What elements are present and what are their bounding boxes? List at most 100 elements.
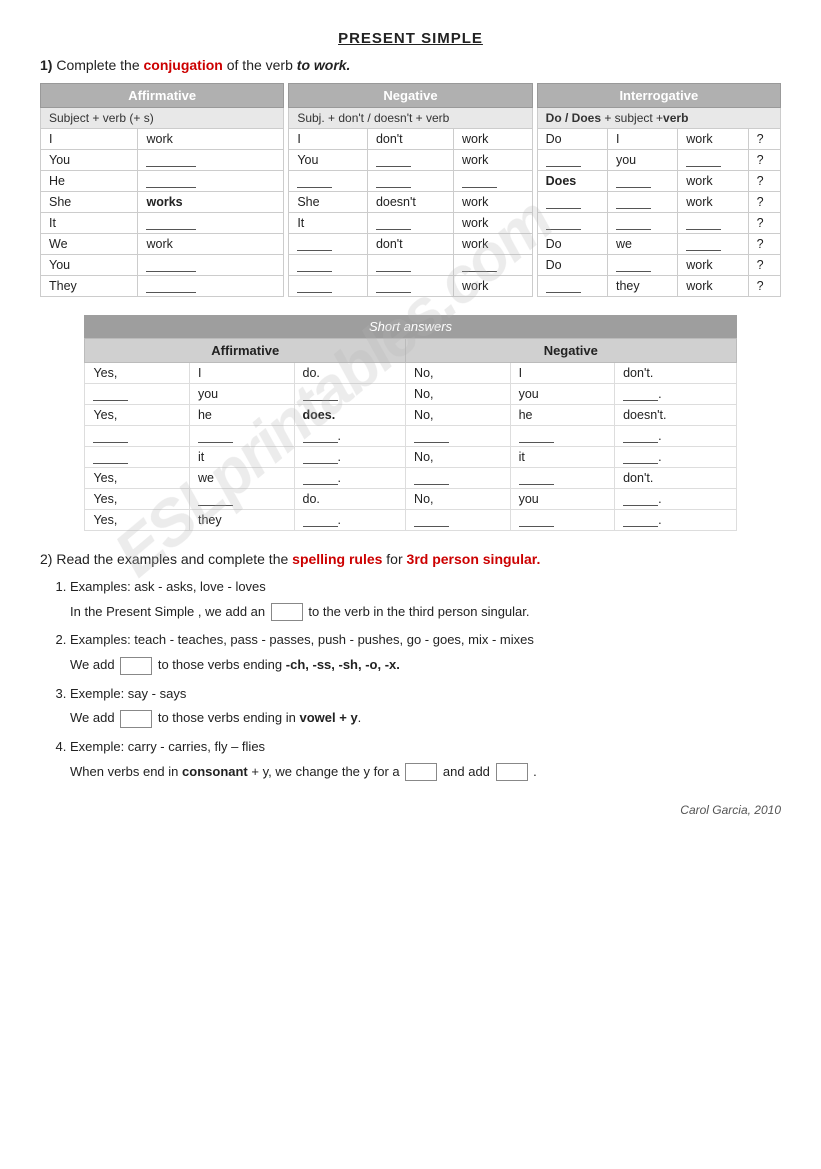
table-row: Youwork [289, 150, 532, 171]
neg-subheader: Subj. + don't / doesn't + verb [289, 108, 532, 129]
table-row: DoIwork? [537, 129, 780, 150]
table-row: He [41, 171, 284, 192]
section2-num: 2) [40, 551, 52, 567]
blank [623, 429, 658, 443]
blank [376, 258, 411, 272]
input-box-1[interactable] [271, 603, 303, 621]
blank [616, 195, 651, 209]
blank [303, 471, 338, 485]
table-row: Yes,we. don't. [85, 468, 736, 489]
blank [93, 429, 128, 443]
item4-rule-end: and add [443, 764, 490, 779]
table-row: Dowork? [537, 255, 780, 276]
table-row: Idon'twork [289, 129, 532, 150]
blank [623, 387, 658, 401]
item2-example: Examples: teach - teaches, pass - passes… [70, 632, 534, 647]
section2-header: 2) Read the examples and complete the sp… [40, 551, 781, 567]
table-row: Yes,Ido. No,Idon't. [85, 363, 736, 384]
blank [546, 153, 581, 167]
table-row: You [41, 255, 284, 276]
section2-key1: spelling rules [292, 551, 382, 567]
table-row: don'twork [289, 234, 532, 255]
list-item: Examples: teach - teaches, pass - passes… [70, 628, 781, 677]
blank [414, 471, 449, 485]
neg-header: Negative [289, 84, 532, 108]
blank [146, 153, 196, 167]
blank [519, 471, 554, 485]
footer: Carol Garcia, 2010 [40, 803, 781, 817]
item4-period: . [533, 764, 537, 779]
table-row: You [41, 150, 284, 171]
blank [376, 174, 411, 188]
aff-subheader: Subject + verb (+ s) [41, 108, 284, 129]
blank [146, 279, 196, 293]
blank [93, 450, 128, 464]
blank [376, 279, 411, 293]
blank [414, 429, 449, 443]
interrogative-table: Interrogative Do / Does + subject +verb … [537, 83, 781, 297]
input-box-5[interactable] [496, 763, 528, 781]
item3-rule-end: vowel + y [300, 710, 358, 725]
item4-rule: When verbs end in [70, 764, 178, 779]
blank [686, 237, 721, 251]
table-row: Wework [41, 234, 284, 255]
item3-rule-middle: to those verbs ending in [158, 710, 296, 725]
table-row [289, 255, 532, 276]
item1-rule-end: to the verb in the third person singular… [308, 604, 529, 619]
section2-text1: Read the examples and complete the [56, 551, 292, 567]
input-box-2[interactable] [120, 657, 152, 675]
input-box-4[interactable] [405, 763, 437, 781]
int-header: Interrogative [537, 84, 780, 108]
item3-rule: We add [70, 710, 115, 725]
section1-header: 1) Complete the conjugation of the verb … [40, 57, 781, 73]
blank [686, 216, 721, 230]
blank [462, 174, 497, 188]
table-row: They [41, 276, 284, 297]
item3-example: Exemple: say - says [70, 686, 186, 701]
blank [146, 174, 196, 188]
blank [376, 153, 411, 167]
table-row: ? [537, 213, 780, 234]
table-row: Dowe? [537, 234, 780, 255]
section2-key2: 3rd person singular. [407, 551, 541, 567]
blank [303, 513, 338, 527]
table-row: Yes,they. . [85, 510, 736, 531]
blank [546, 216, 581, 230]
blank [93, 387, 128, 401]
section1-key1: conjugation [144, 57, 223, 73]
input-box-3[interactable] [120, 710, 152, 728]
table-row: you? [537, 150, 780, 171]
blank [686, 153, 721, 167]
table-row [289, 171, 532, 192]
item4-example: Exemple: carry - carries, fly – flies [70, 739, 265, 754]
section1-text2: of the verb [223, 57, 297, 73]
table-row: work? [537, 192, 780, 213]
neg-col-header: Negative [406, 339, 736, 363]
blank [546, 195, 581, 209]
table-row: It [41, 213, 284, 234]
blank [297, 237, 332, 251]
section2-text2: for [382, 551, 406, 567]
item1-example: Examples: ask - asks, love - loves [70, 579, 266, 594]
item4-rule-middle: + y, we change the y for a [251, 764, 399, 779]
blank [303, 450, 338, 464]
blank [198, 429, 233, 443]
blank [623, 513, 658, 527]
section1-num: 1) [40, 57, 52, 73]
blank [462, 258, 497, 272]
short-answers-section: Short answers Affirmative Negative Yes,I… [84, 315, 736, 531]
table-row: Sheworks [41, 192, 284, 213]
short-answers-table: Affirmative Negative Yes,Ido. No,Idon't.… [84, 338, 736, 531]
blank [146, 216, 196, 230]
table-row: Itwork [289, 213, 532, 234]
blank [616, 216, 651, 230]
short-answers-title: Short answers [84, 315, 736, 338]
section1-key2: to work. [297, 57, 351, 73]
table-row: theywork? [537, 276, 780, 297]
aff-header: Affirmative [41, 84, 284, 108]
list-item: Exemple: carry - carries, fly – flies Wh… [70, 735, 781, 784]
table-row: work [289, 276, 532, 297]
item2-rule: We add [70, 657, 115, 672]
blank [623, 450, 658, 464]
blank [303, 387, 338, 401]
